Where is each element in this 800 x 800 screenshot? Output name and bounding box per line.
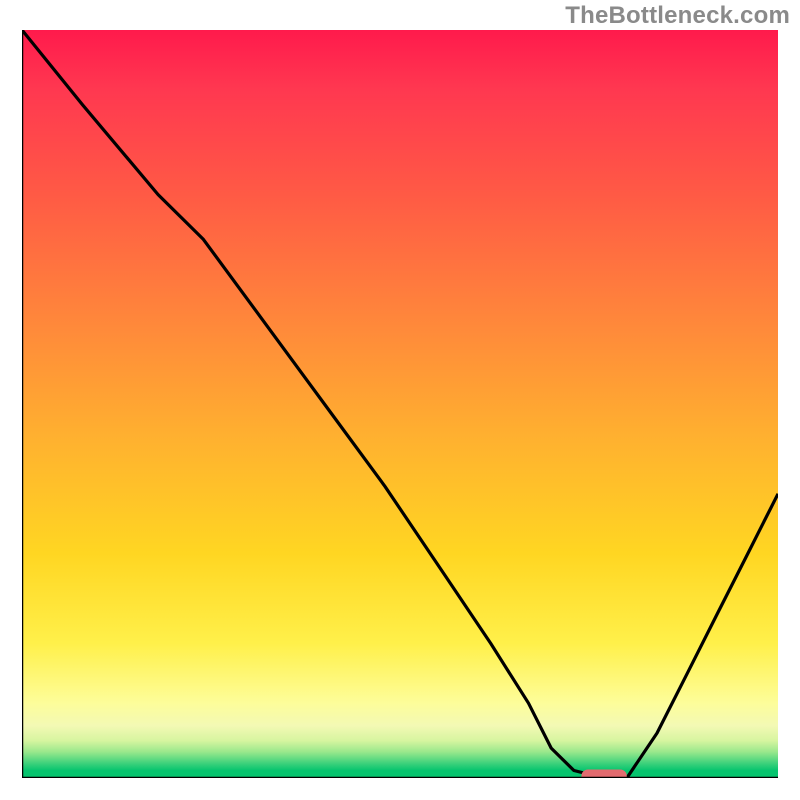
curve-layer (22, 30, 778, 778)
optimal-point-marker (581, 770, 626, 779)
plot-area (22, 30, 778, 778)
chart-container: TheBottleneck.com (0, 0, 800, 800)
watermark-text: TheBottleneck.com (565, 2, 790, 30)
bottleneck-curve (22, 30, 778, 778)
